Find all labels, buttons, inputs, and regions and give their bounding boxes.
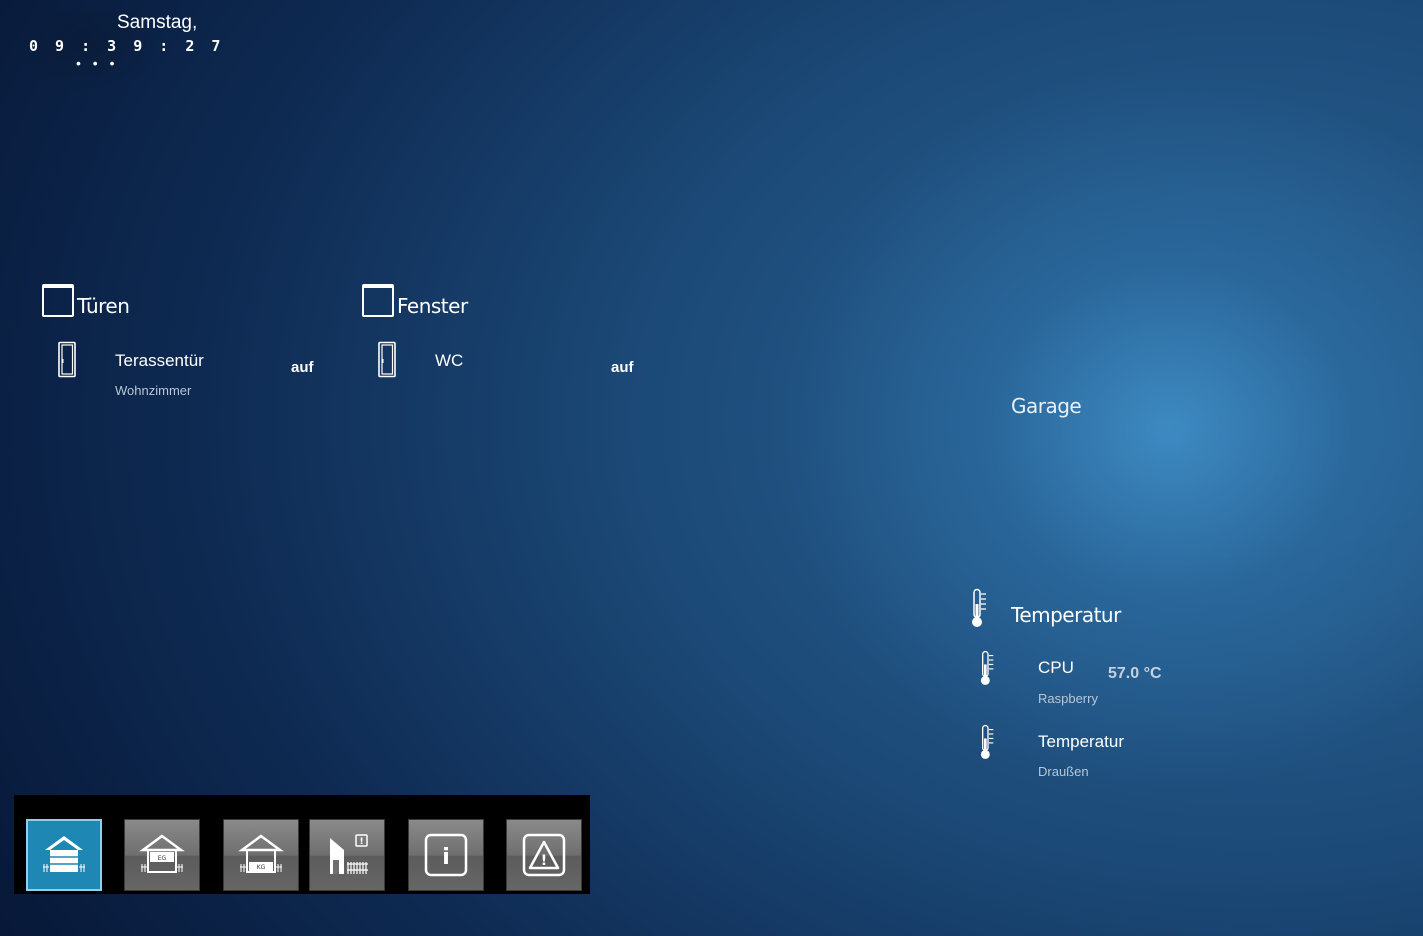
device-name: Terassentür [115,351,204,370]
device-temperatur-draussen[interactable]: Temperatur Draußen [980,723,1180,783]
device-state: auf [291,359,314,376]
device-sub: Raspberry [1038,691,1098,706]
group-header-tueren: Türen [42,284,130,318]
device-room: Wohnzimmer [115,383,192,398]
nav-button-kg[interactable]: KG [223,819,299,891]
nav-label-kg: KG [257,864,266,871]
door-icon [378,341,396,378]
group-title-fenster: Fenster [397,294,468,318]
house-floor-icon: EG [139,834,185,873]
garden-fence-icon: ! [330,834,368,874]
device-name: Temperatur [1038,732,1124,751]
thermometer-icon [971,588,989,628]
thermometer-icon [980,724,994,759]
device-sub: Draußen [1038,764,1089,779]
device-state: auf [611,359,634,376]
nav-button-home[interactable] [26,819,102,891]
clock-time: 0 9 : 3 9 : 2 7 [29,37,225,55]
nav-label-warning: ! [541,853,547,869]
nav-label-eg: EG [158,855,167,862]
device-cpu[interactable]: CPU Raspberry 57.0 °C [980,649,1180,709]
warning-icon: ! [522,833,566,877]
thermometer-icon [980,650,994,685]
nav-button-info[interactable]: i [408,819,484,891]
nav-button-warning[interactable]: ! [506,819,582,891]
navigation-bar: EG KG ! i ! [14,795,590,894]
window-frame-icon [362,284,394,317]
device-name: WC [435,351,464,370]
group-title-temperatur: Temperatur [1011,603,1121,627]
house-overview-icon [43,836,85,872]
nav-label-info: i [442,845,450,870]
device-terassentuer[interactable]: Terassentür Wohnzimmer auf [56,341,336,401]
house-floor-icon: KG [238,834,284,873]
window-frame-icon [42,284,74,317]
device-name: CPU [1038,658,1074,677]
clock-dots: • • • [76,55,119,71]
nav-label-outdoor: ! [359,837,363,847]
nav-button-outdoor[interactable]: ! [309,819,385,891]
group-header-fenster: Fenster [362,284,468,317]
device-wc[interactable]: WC auf [376,341,656,381]
weekday-label: Samstag, [117,12,198,33]
device-value: 57.0 °C [1108,665,1162,682]
door-icon [58,341,76,378]
nav-button-eg[interactable]: EG [124,819,200,891]
group-title-garage: Garage [1011,394,1082,418]
info-icon: i [424,833,468,877]
group-title-tueren: Türen [77,294,130,318]
